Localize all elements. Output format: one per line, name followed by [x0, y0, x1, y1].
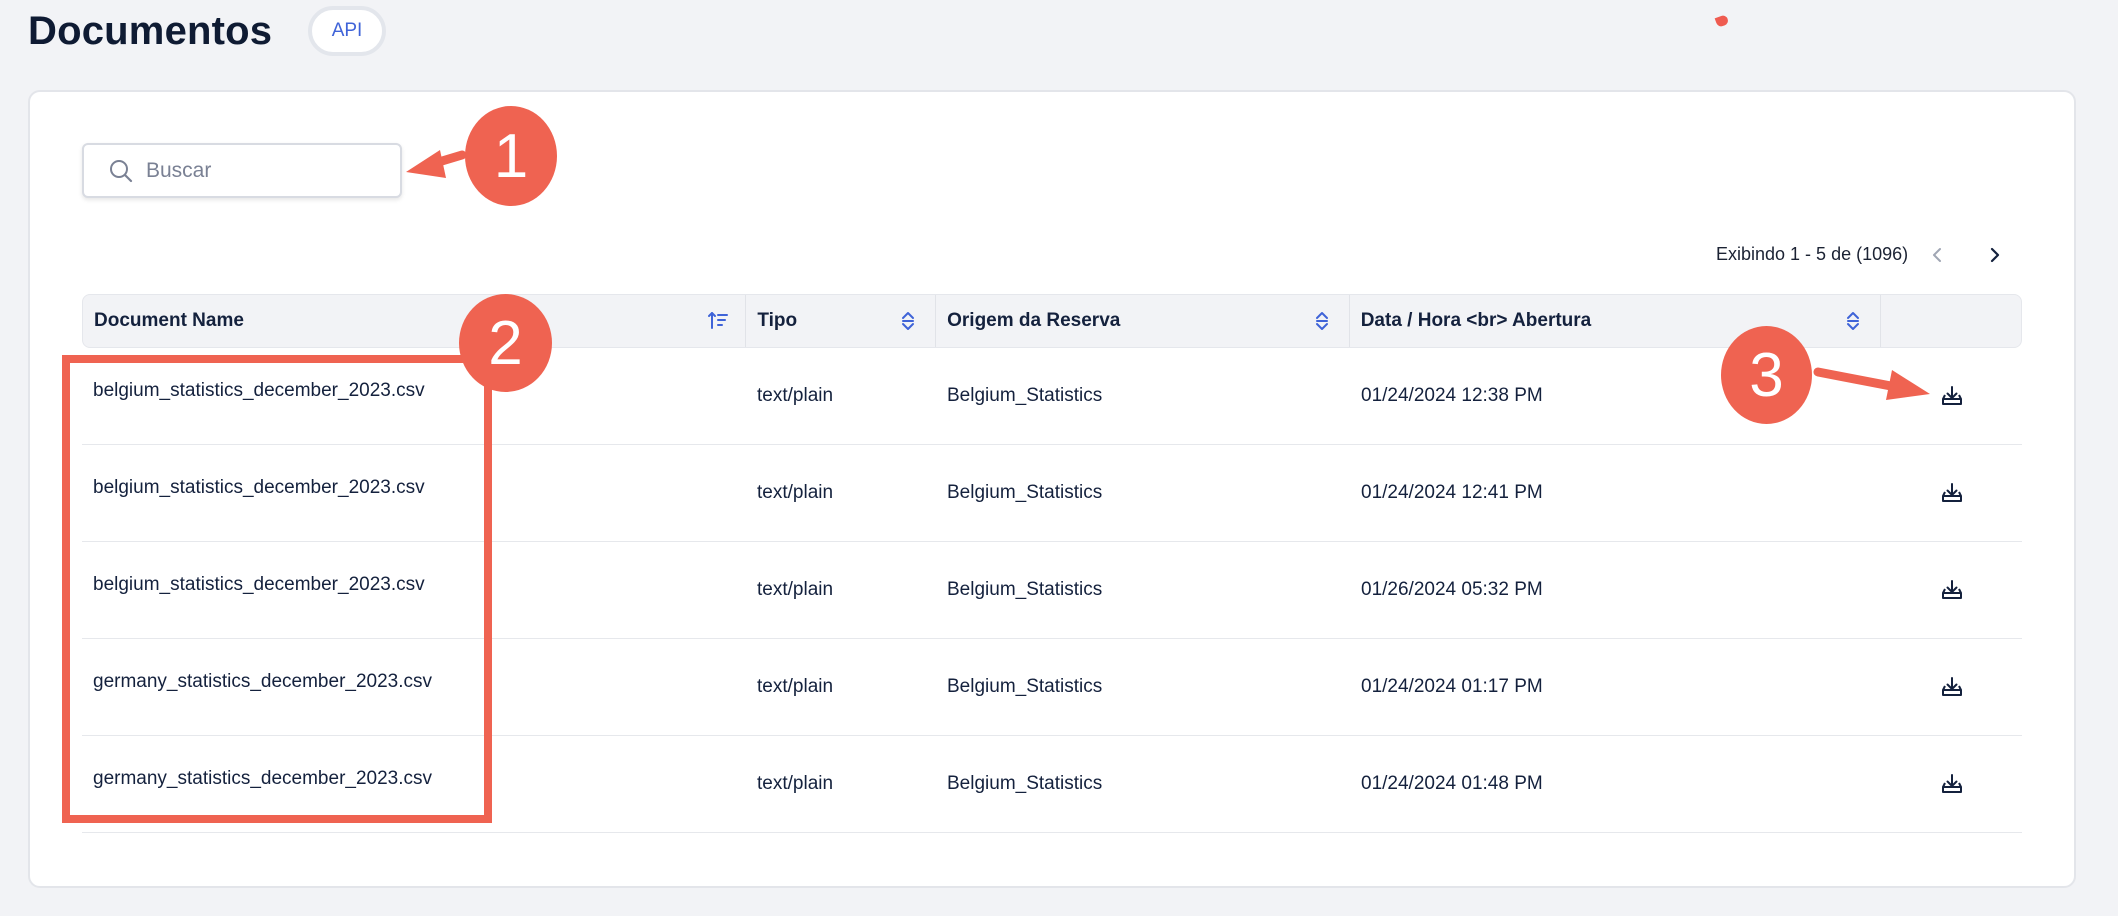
download-icon[interactable] [1936, 477, 1968, 509]
chevron-left-icon[interactable] [1922, 240, 1952, 270]
search-box[interactable] [82, 143, 402, 198]
cell-tipo: text/plain [757, 676, 834, 697]
table-header: Document Name Tipo Origem da Reserva Dat… [82, 294, 2022, 348]
column-header-data-hora[interactable]: Data / Hora <br> Abertura [1350, 295, 1882, 347]
download-icon[interactable] [1936, 380, 1968, 412]
notification-dot [1714, 14, 1730, 28]
pagination-status: Exibindo 1 - 5 de (1096) [1716, 244, 1909, 264]
page-title: Documentos [28, 9, 273, 53]
cell-actions [1882, 639, 2022, 735]
cell-tipo: text/plain [757, 482, 834, 503]
cell-data-hora: 01/24/2024 01:17 PM [1361, 676, 1543, 697]
column-label: Tipo [757, 310, 798, 331]
column-header-tipo[interactable]: Tipo [746, 295, 937, 347]
column-label: Document Name [94, 310, 244, 331]
sort-icon[interactable] [1311, 310, 1333, 332]
annotation-marker-3: 3 [1721, 326, 1812, 424]
cell-origem: Belgium_Statistics [947, 482, 1103, 503]
search-input[interactable] [144, 157, 388, 184]
cell-tipo: text/plain [757, 773, 834, 794]
search-icon [108, 158, 134, 184]
sort-icon[interactable] [897, 310, 919, 332]
cell-data-hora: 01/24/2024 12:41 PM [1361, 482, 1543, 503]
column-header-origem[interactable]: Origem da Reserva [936, 295, 1350, 347]
cell-tipo: text/plain [757, 385, 834, 406]
cell-data-hora: 01/26/2024 05:32 PM [1361, 579, 1543, 600]
column-label: Origem da Reserva [947, 310, 1121, 331]
annotation-highlight-document-names [62, 355, 492, 823]
column-header-actions [1881, 295, 2021, 347]
download-icon[interactable] [1936, 574, 1968, 606]
download-icon[interactable] [1936, 768, 1968, 800]
column-header-document-name[interactable]: Document Name [83, 295, 747, 347]
cell-data-hora: 01/24/2024 01:48 PM [1361, 773, 1543, 794]
download-icon[interactable] [1936, 671, 1968, 703]
cell-origem: Belgium_Statistics [947, 579, 1103, 600]
cell-actions [1882, 445, 2022, 541]
cell-tipo: text/plain [757, 579, 834, 600]
cell-actions [1882, 542, 2022, 638]
chevron-right-icon[interactable] [1980, 240, 2010, 270]
cell-actions [1882, 348, 2022, 444]
cell-origem: Belgium_Statistics [947, 773, 1103, 794]
annotation-marker-1: 1 [465, 106, 557, 206]
sort-icon[interactable] [1842, 310, 1864, 332]
annotation-marker-2: 2 [459, 294, 552, 392]
sort-descending-icon[interactable] [707, 310, 729, 332]
cell-origem: Belgium_Statistics [947, 676, 1103, 697]
api-badge[interactable]: API [308, 6, 386, 56]
cell-origem: Belgium_Statistics [947, 385, 1103, 406]
cell-actions [1882, 736, 2022, 832]
column-label: Data / Hora <br> Abertura [1360, 310, 1592, 331]
